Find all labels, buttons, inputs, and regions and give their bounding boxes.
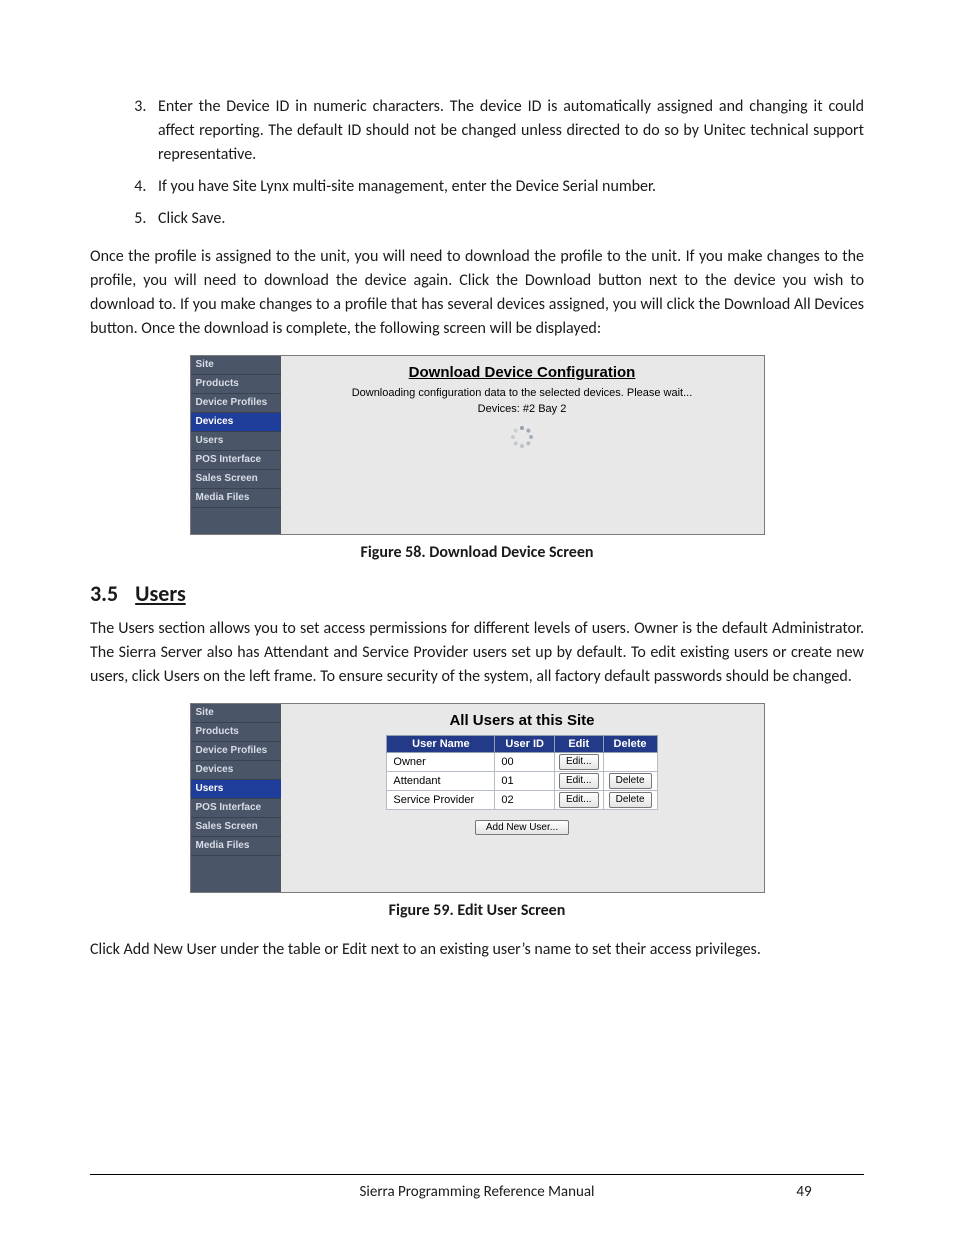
- sidebar-item-device-profiles[interactable]: Device Profiles: [191, 394, 281, 413]
- table-row: Service Provider 02 Edit... Delete: [387, 791, 657, 810]
- delete-button[interactable]: Delete: [609, 792, 652, 808]
- page-footer: Sierra Programming Reference Manual 49: [90, 1183, 864, 1201]
- sidebar-item-users[interactable]: Users: [191, 432, 281, 451]
- sidebar-item-products[interactable]: Products: [191, 723, 281, 742]
- screenshot-download-device: Site Products Device Profiles Devices Us…: [190, 355, 765, 535]
- cell-delete-empty: [603, 753, 657, 772]
- col-edit: Edit: [554, 736, 603, 753]
- edit-button[interactable]: Edit...: [559, 754, 599, 770]
- step-text: Enter the Device ID in numeric character…: [158, 97, 864, 164]
- edit-button[interactable]: Edit...: [559, 792, 599, 808]
- section-title: Users: [135, 580, 186, 607]
- cell-userid: 02: [495, 791, 555, 810]
- paragraph-users: The Users section allows you to set acce…: [90, 617, 864, 689]
- cell-username: Owner: [387, 753, 495, 772]
- sidebar-item-products[interactable]: Products: [191, 375, 281, 394]
- sidebar-item-pos-interface[interactable]: POS Interface: [191, 451, 281, 470]
- sidebar-item-sales-screen[interactable]: Sales Screen: [191, 818, 281, 837]
- footer-title: Sierra Programming Reference Manual: [210, 1183, 744, 1201]
- sidebar-item-media-files[interactable]: Media Files: [191, 489, 281, 508]
- sidebar-item-device-profiles[interactable]: Device Profiles: [191, 742, 281, 761]
- section-heading-users: 3.5 Users: [90, 580, 864, 607]
- sidebar-item-pos-interface[interactable]: POS Interface: [191, 799, 281, 818]
- delete-button[interactable]: Delete: [609, 773, 652, 789]
- cell-username: Attendant: [387, 772, 495, 791]
- step-3: Enter the Device ID in numeric character…: [150, 95, 864, 167]
- table-header-row: User Name User ID Edit Delete: [387, 736, 657, 753]
- main-panel: All Users at this Site User Name User ID…: [281, 704, 764, 892]
- sidebar-item-sales-screen[interactable]: Sales Screen: [191, 470, 281, 489]
- sidebar-item-devices[interactable]: Devices: [191, 761, 281, 780]
- status-message: Downloading configuration data to the se…: [291, 387, 754, 399]
- sidebar-item-site[interactable]: Site: [191, 704, 281, 723]
- edit-button[interactable]: Edit...: [559, 773, 599, 789]
- cell-userid: 01: [495, 772, 555, 791]
- sidebar-item-users[interactable]: Users: [191, 780, 281, 799]
- cell-userid: 00: [495, 753, 555, 772]
- step-text: Click Save.: [158, 209, 225, 228]
- screenshot-users: Site Products Device Profiles Devices Us…: [190, 703, 765, 893]
- panel-title: Download Device Configuration: [291, 364, 754, 381]
- paragraph-after-fig59: Click Add New User under the table or Ed…: [90, 938, 864, 962]
- step-5: Click Save.: [150, 207, 864, 231]
- col-username: User Name: [387, 736, 495, 753]
- cell-username: Service Provider: [387, 791, 495, 810]
- table-row: Attendant 01 Edit... Delete: [387, 772, 657, 791]
- step-4: If you have Site Lynx multi-site managem…: [150, 175, 864, 199]
- col-userid: User ID: [495, 736, 555, 753]
- step-text: If you have Site Lynx multi-site managem…: [158, 177, 656, 196]
- figure-59-caption: Figure 59. Edit User Screen: [90, 901, 864, 920]
- footer-page-number: 49: [744, 1183, 864, 1201]
- figure-58-caption: Figure 58. Download Device Screen: [90, 543, 864, 562]
- main-panel: Download Device Configuration Downloadin…: [281, 356, 764, 534]
- sidebar: Site Products Device Profiles Devices Us…: [191, 356, 281, 534]
- table-row: Owner 00 Edit...: [387, 753, 657, 772]
- col-delete: Delete: [603, 736, 657, 753]
- users-table: User Name User ID Edit Delete Owner 00 E…: [386, 735, 657, 810]
- spinner-icon: [510, 425, 534, 449]
- footer-rule: [90, 1174, 864, 1175]
- instruction-list: Enter the Device ID in numeric character…: [90, 95, 864, 231]
- sidebar-item-media-files[interactable]: Media Files: [191, 837, 281, 856]
- paragraph-download-explain: Once the profile is assigned to the unit…: [90, 245, 864, 341]
- sidebar: Site Products Device Profiles Devices Us…: [191, 704, 281, 892]
- sidebar-item-devices[interactable]: Devices: [191, 413, 281, 432]
- panel-title: All Users at this Site: [291, 712, 754, 729]
- sidebar-item-site[interactable]: Site: [191, 356, 281, 375]
- device-line: Devices: #2 Bay 2: [291, 403, 754, 415]
- section-number: 3.5: [90, 580, 118, 607]
- add-new-user-button[interactable]: Add New User...: [475, 820, 569, 835]
